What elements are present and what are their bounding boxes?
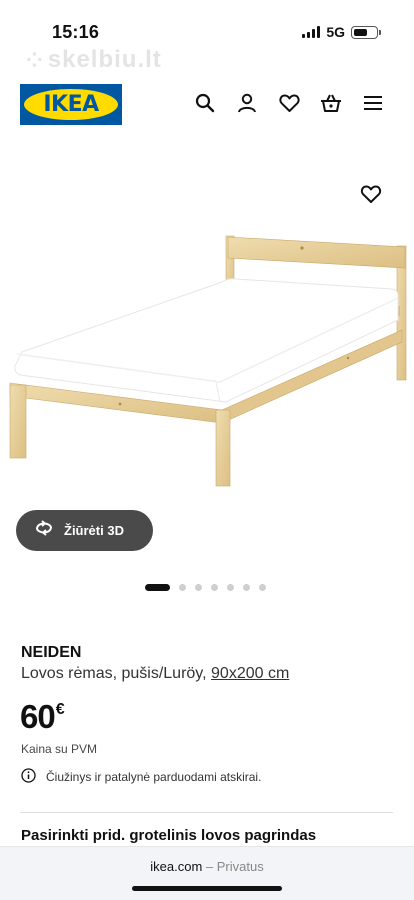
signal-icon	[302, 26, 321, 38]
product-size-link[interactable]: 90x200 cm	[211, 665, 289, 682]
logo-text: IKEA	[43, 92, 99, 117]
header-actions	[194, 92, 384, 114]
carousel-dot[interactable]	[227, 584, 234, 591]
site-header: IKEA	[0, 80, 414, 130]
rotate-3d-icon	[34, 520, 54, 541]
note-text: Čiužinys ir patalynė parduodami atskirai…	[46, 770, 262, 784]
browser-domain: ikea.com	[150, 859, 203, 874]
carousel-dot[interactable]	[211, 584, 218, 591]
carousel-dot[interactable]	[179, 584, 186, 591]
search-icon[interactable]	[194, 92, 216, 114]
divider	[20, 812, 393, 813]
image-carousel-indicator	[145, 584, 266, 591]
product-note: Čiužinys ir patalynė parduodami atskirai…	[21, 768, 261, 786]
carousel-dot[interactable]	[259, 584, 266, 591]
favorite-icon[interactable]	[360, 184, 384, 208]
view-3d-label: Žiūrėti 3D	[64, 523, 124, 538]
carousel-dot[interactable]	[243, 584, 250, 591]
carousel-dot[interactable]	[195, 584, 202, 591]
private-mode-label: – Privatus	[205, 859, 264, 874]
product-type: Lovos rėmas, pušis/Luröy,	[21, 665, 207, 682]
home-indicator[interactable]	[132, 886, 282, 891]
status-indicators: 5G	[302, 24, 381, 40]
browser-url[interactable]: ikea.com – Privatus	[0, 859, 414, 874]
menu-icon[interactable]	[362, 92, 384, 114]
vat-label: Kaina su PVM	[21, 742, 98, 756]
network-type: 5G	[326, 24, 345, 40]
product-price: 60 €	[20, 698, 65, 736]
product-name: NEIDEN	[21, 644, 82, 661]
battery-icon	[351, 25, 381, 39]
carousel-dot[interactable]	[145, 584, 170, 591]
status-time: 15:16	[52, 22, 100, 42]
basket-icon[interactable]	[320, 92, 342, 114]
account-icon[interactable]	[236, 92, 258, 114]
info-icon	[21, 768, 36, 786]
ikea-logo[interactable]: IKEA	[20, 84, 122, 125]
product-image[interactable]	[0, 170, 414, 500]
product-description: Lovos rėmas, pušis/Luröy, 90x200 cm	[21, 665, 289, 683]
price-currency: €	[55, 701, 65, 718]
browser-address-bar[interactable]: ikea.com – Privatus	[0, 846, 414, 900]
price-amount: 60	[20, 698, 56, 735]
heart-icon[interactable]	[278, 92, 300, 114]
slatted-base-option-title[interactable]: Pasirinkti prid. grotelinis lovos pagrin…	[21, 827, 316, 844]
watermark: ⁘ skelbiu.lt	[26, 46, 162, 73]
view-3d-button[interactable]: Žiūrėti 3D	[16, 510, 153, 551]
